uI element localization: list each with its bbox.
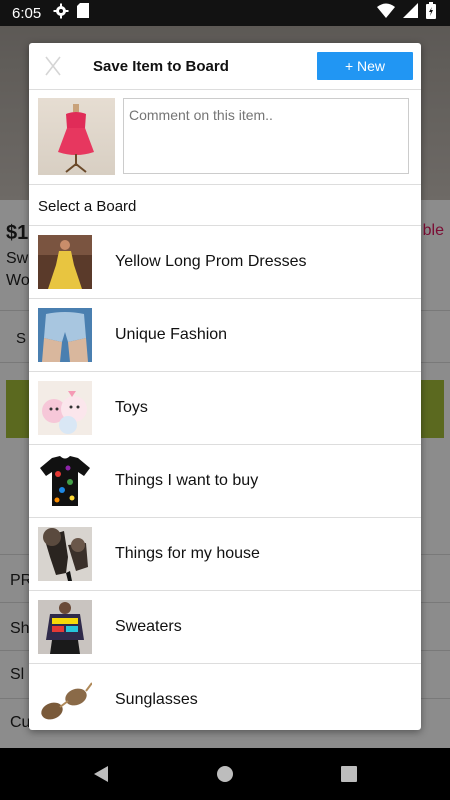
denim-shorts-thumbnail xyxy=(38,308,92,362)
system-nav-bar xyxy=(0,748,450,800)
back-icon xyxy=(94,766,108,782)
close-icon xyxy=(45,56,61,76)
new-board-button[interactable]: + New xyxy=(317,52,413,80)
close-button[interactable] xyxy=(41,52,65,80)
printed-tshirt-thumbnail xyxy=(38,454,92,508)
board-item-label: Things I want to buy xyxy=(115,472,259,489)
board-item-sunglasses[interactable]: Sunglasses xyxy=(29,663,421,730)
back-button[interactable] xyxy=(39,765,163,783)
comment-input[interactable] xyxy=(123,98,409,174)
wifi-icon xyxy=(377,3,395,23)
gear-icon xyxy=(53,3,69,24)
board-item-label: Toys xyxy=(115,399,148,416)
graphic-sweater-thumbnail xyxy=(38,600,92,654)
board-item-label: Things for my house xyxy=(115,545,260,562)
yellow-dress-thumbnail xyxy=(38,235,92,289)
signal-icon xyxy=(403,3,418,23)
board-item-sweaters[interactable]: Sweaters xyxy=(29,590,421,663)
board-item-things-i-want-to-buy[interactable]: Things I want to buy xyxy=(29,444,421,517)
battery-icon xyxy=(426,2,436,24)
sunglasses-thumbnail xyxy=(38,673,92,727)
save-to-board-dialog: Save Item to Board + New Select a Board … xyxy=(29,43,421,730)
sd-card-icon xyxy=(77,3,90,23)
dialog-title: Save Item to Board xyxy=(93,58,229,75)
item-thumbnail xyxy=(38,98,115,175)
recents-button[interactable] xyxy=(287,766,411,782)
board-item-yellow-long-prom-dresses[interactable]: Yellow Long Prom Dresses xyxy=(29,225,421,298)
fur-heels-thumbnail xyxy=(38,527,92,581)
plush-toys-thumbnail xyxy=(38,381,92,435)
home-button[interactable] xyxy=(163,765,287,783)
board-item-unique-fashion[interactable]: Unique Fashion xyxy=(29,298,421,371)
board-item-label: Sweaters xyxy=(115,618,182,635)
status-time: 6:05 xyxy=(12,4,42,22)
board-list: Yellow Long Prom Dresses Unique Fashion … xyxy=(29,225,421,730)
home-icon xyxy=(217,766,233,782)
board-item-label: Yellow Long Prom Dresses xyxy=(115,253,307,270)
board-item-toys[interactable]: Toys xyxy=(29,371,421,444)
status-bar: 6:05 xyxy=(0,0,450,26)
board-item-things-for-my-house[interactable]: Things for my house xyxy=(29,517,421,590)
select-board-label: Select a Board xyxy=(38,198,137,215)
dialog-header: Save Item to Board + New xyxy=(29,43,421,90)
board-item-label: Unique Fashion xyxy=(115,326,228,343)
recents-icon xyxy=(341,766,357,782)
divider xyxy=(29,184,421,185)
board-item-label: Sunglasses xyxy=(115,691,198,708)
